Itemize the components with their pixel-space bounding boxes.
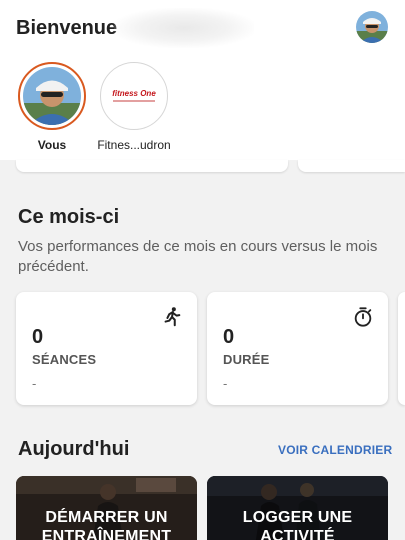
story-me[interactable]: Vous bbox=[16, 62, 88, 152]
start-workout-card[interactable]: DÉMARRER UN ENTRAÎNEMENT bbox=[16, 476, 197, 540]
avatar-photo bbox=[23, 67, 81, 125]
view-calendar-link[interactable]: VOIR CALENDRIER bbox=[278, 443, 392, 457]
stat-comparison: - bbox=[32, 376, 37, 391]
stopwatch-icon bbox=[354, 307, 372, 327]
log-activity-label: LOGGER UNE ACTIVITÉ bbox=[242, 509, 353, 540]
running-person-icon bbox=[164, 307, 181, 327]
carousel-card[interactable] bbox=[16, 160, 288, 172]
stat-card-sessions[interactable]: 0 SÉANCES - bbox=[16, 292, 197, 405]
start-workout-label: DÉMARRER UN ENTRAÎNEMENT bbox=[41, 509, 172, 540]
stat-label: SÉANCES bbox=[32, 352, 97, 367]
avatar-photo bbox=[356, 11, 388, 43]
profile-avatar[interactable] bbox=[356, 11, 388, 43]
club-logo-text: fitness One bbox=[112, 89, 156, 98]
month-subtitle: Vos performances de ce mois en cours ver… bbox=[18, 238, 378, 275]
stat-value: 0 bbox=[32, 326, 44, 348]
logo-tagline-line bbox=[113, 100, 155, 102]
carousel-card[interactable] bbox=[298, 160, 405, 172]
log-activity-card[interactable]: LOGGER UNE ACTIVITÉ bbox=[207, 476, 388, 540]
greeting-title: Bienvenue bbox=[16, 17, 118, 39]
stat-value: 0 bbox=[223, 326, 235, 348]
club-logo: fitness One bbox=[100, 62, 168, 130]
redacted-name bbox=[114, 8, 254, 48]
stat-card-duration[interactable]: 0 DURÉE - bbox=[207, 292, 388, 405]
today-title: Aujourd'hui bbox=[18, 438, 130, 460]
story-me-ring bbox=[18, 62, 86, 130]
stat-card-peek[interactable] bbox=[398, 292, 405, 405]
story-club[interactable]: fitness One Fitnes...udron bbox=[97, 62, 171, 152]
stat-label: DURÉE bbox=[223, 352, 270, 367]
month-title: Ce mois-ci bbox=[18, 206, 120, 228]
stat-comparison: - bbox=[223, 376, 228, 391]
header: Bienvenue Vous fitness One Fitnes...udro… bbox=[0, 0, 405, 160]
story-club-label: Fitnes...udron bbox=[97, 138, 171, 152]
